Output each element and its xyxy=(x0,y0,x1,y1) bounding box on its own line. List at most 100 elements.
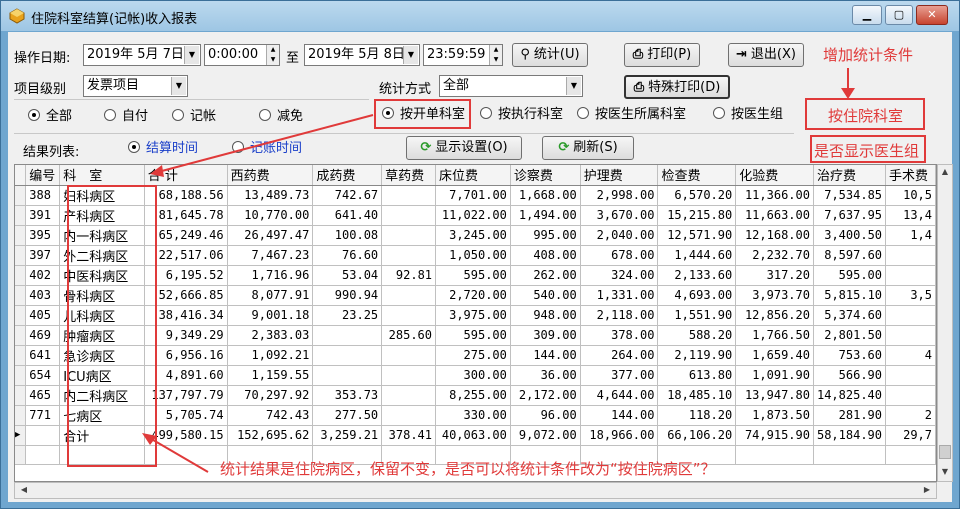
table-cell[interactable]: 1,494.00 xyxy=(510,205,581,226)
table-cell[interactable]: 8,255.00 xyxy=(435,385,511,406)
table-cell[interactable]: 1,873.50 xyxy=(735,405,814,426)
start-time-field[interactable]: 0:00:00 ▲ ▼ xyxy=(204,44,280,66)
scroll-left-icon[interactable]: ◀ xyxy=(17,485,31,494)
table-cell[interactable]: 1,551.90 xyxy=(657,305,737,326)
radio-dept-group[interactable]: 按医生组 xyxy=(713,106,783,124)
table-cell[interactable] xyxy=(885,305,936,326)
table-cell[interactable]: 2,998.00 xyxy=(580,185,659,206)
column-header[interactable]: 诊察费 xyxy=(510,165,581,186)
scroll-right-icon[interactable]: ▶ xyxy=(920,485,934,494)
horizontal-scrollbar[interactable]: ◀ ▶ xyxy=(14,482,937,499)
table-cell[interactable]: 5,374.60 xyxy=(813,305,887,326)
special-print-button[interactable]: ⎙ 特殊打印(D) xyxy=(624,75,730,99)
table-cell[interactable]: 11,366.00 xyxy=(735,185,814,206)
table-cell[interactable]: 995.00 xyxy=(510,225,581,246)
table-cell[interactable]: 70,297.92 xyxy=(227,385,314,406)
table-cell[interactable]: 403 xyxy=(25,285,61,306)
table-cell[interactable]: 12,168.00 xyxy=(735,225,814,246)
radio-settle-waive[interactable]: 减免 xyxy=(259,108,303,126)
table-cell[interactable] xyxy=(312,365,383,386)
table-cell[interactable]: 753.60 xyxy=(813,345,887,366)
refresh-button[interactable]: ⟳ 刷新(S) xyxy=(542,136,634,160)
table-cell[interactable]: 654 xyxy=(25,365,61,386)
table-cell[interactable]: 12,571.90 xyxy=(657,225,737,246)
table-cell[interactable] xyxy=(381,245,437,266)
table-cell[interactable]: 595.00 xyxy=(435,265,511,286)
table-cell[interactable]: 742.67 xyxy=(312,185,383,206)
table-cell[interactable]: 1,766.50 xyxy=(735,325,814,346)
row-indicator[interactable] xyxy=(15,365,27,386)
table-cell[interactable]: 397 xyxy=(25,245,61,266)
table-cell[interactable]: 405 xyxy=(25,305,61,326)
table-cell[interactable]: 6,570.20 xyxy=(657,185,737,206)
row-indicator[interactable] xyxy=(15,385,27,406)
table-cell[interactable] xyxy=(885,365,936,386)
print-button[interactable]: ⎙ 打印(P) xyxy=(624,43,700,67)
table-cell[interactable]: 1,4 xyxy=(885,225,936,246)
table-cell[interactable]: 92.81 xyxy=(381,265,437,286)
table-cell[interactable]: 281.90 xyxy=(813,405,887,426)
table-cell[interactable]: 1,159.55 xyxy=(227,365,314,386)
table-cell[interactable]: 317.20 xyxy=(735,265,814,286)
row-indicator[interactable] xyxy=(15,325,27,346)
display-settings-button[interactable]: ⟳ 显示设置(O) xyxy=(406,136,522,160)
item-level-select[interactable]: 发票项目 ▼ xyxy=(83,75,188,97)
table-cell[interactable]: 11,663.00 xyxy=(735,205,814,226)
radio-dept-order[interactable]: 按开单科室 xyxy=(382,106,465,124)
column-header[interactable]: 编号 xyxy=(25,165,61,186)
table-cell[interactable]: 3,259.21 xyxy=(312,425,383,446)
table-cell[interactable]: 566.90 xyxy=(813,365,887,386)
table-cell[interactable]: 641.40 xyxy=(312,205,383,226)
table-cell[interactable]: 588.20 xyxy=(657,325,737,346)
table-cell[interactable]: 118.20 xyxy=(657,405,737,426)
row-indicator[interactable] xyxy=(15,345,27,366)
table-cell[interactable]: 408.00 xyxy=(510,245,581,266)
table-cell[interactable]: 1,092.21 xyxy=(227,345,314,366)
radio-settle-account[interactable]: 记帐 xyxy=(172,108,216,126)
row-indicator[interactable] xyxy=(15,305,27,326)
table-cell[interactable]: 7,637.95 xyxy=(813,205,887,226)
end-time-field[interactable]: 23:59:59 ▲ ▼ xyxy=(423,44,503,66)
table-cell[interactable]: 74,915.90 xyxy=(735,425,814,446)
table-cell[interactable]: 378.41 xyxy=(381,425,437,446)
table-cell[interactable] xyxy=(381,305,437,326)
column-header[interactable]: 治疗费 xyxy=(813,165,887,186)
column-header[interactable]: 草药费 xyxy=(381,165,437,186)
column-header[interactable]: 合 计 xyxy=(144,165,228,186)
table-cell[interactable]: 11,022.00 xyxy=(435,205,511,226)
row-indicator[interactable] xyxy=(15,185,27,206)
table-cell[interactable]: 2,720.00 xyxy=(435,285,511,306)
table-cell[interactable]: 595.00 xyxy=(435,325,511,346)
table-cell[interactable]: 1,659.40 xyxy=(735,345,814,366)
table-cell[interactable]: 40,063.00 xyxy=(435,425,511,446)
row-indicator[interactable] xyxy=(15,265,27,286)
table-cell[interactable]: 1,050.00 xyxy=(435,245,511,266)
table-cell[interactable]: 613.80 xyxy=(657,365,737,386)
table-cell[interactable]: 18,485.10 xyxy=(657,385,737,406)
table-cell[interactable] xyxy=(381,385,437,406)
column-header[interactable]: 手术费 xyxy=(885,165,936,186)
table-cell[interactable]: 3,400.50 xyxy=(813,225,887,246)
table-cell[interactable]: 402 xyxy=(25,265,61,286)
table-cell[interactable]: 96.00 xyxy=(510,405,581,426)
radio-settle-all[interactable]: 全部 xyxy=(28,108,72,126)
table-cell[interactable]: 2,133.60 xyxy=(657,265,737,286)
column-header[interactable]: 检查费 xyxy=(657,165,737,186)
table-cell[interactable] xyxy=(381,225,437,246)
table-cell[interactable]: 742.43 xyxy=(227,405,314,426)
table-cell[interactable]: 2,119.90 xyxy=(657,345,737,366)
table-cell[interactable]: 595.00 xyxy=(813,265,887,286)
table-cell[interactable]: 262.00 xyxy=(510,265,581,286)
table-cell[interactable]: 8,077.91 xyxy=(227,285,314,306)
table-cell[interactable]: 4,693.00 xyxy=(657,285,737,306)
scroll-up-icon[interactable]: ▲ xyxy=(938,167,952,176)
column-header[interactable]: 成药费 xyxy=(312,165,383,186)
column-header[interactable]: 床位费 xyxy=(435,165,511,186)
table-cell[interactable]: 3,973.70 xyxy=(735,285,814,306)
table-cell[interactable]: 8,597.60 xyxy=(813,245,887,266)
table-cell[interactable]: 1,444.60 xyxy=(657,245,737,266)
table-cell[interactable]: 2,383.03 xyxy=(227,325,314,346)
table-cell[interactable]: 26,497.47 xyxy=(227,225,314,246)
row-indicator[interactable]: ▶ xyxy=(15,425,27,446)
table-cell[interactable]: 13,947.80 xyxy=(735,385,814,406)
